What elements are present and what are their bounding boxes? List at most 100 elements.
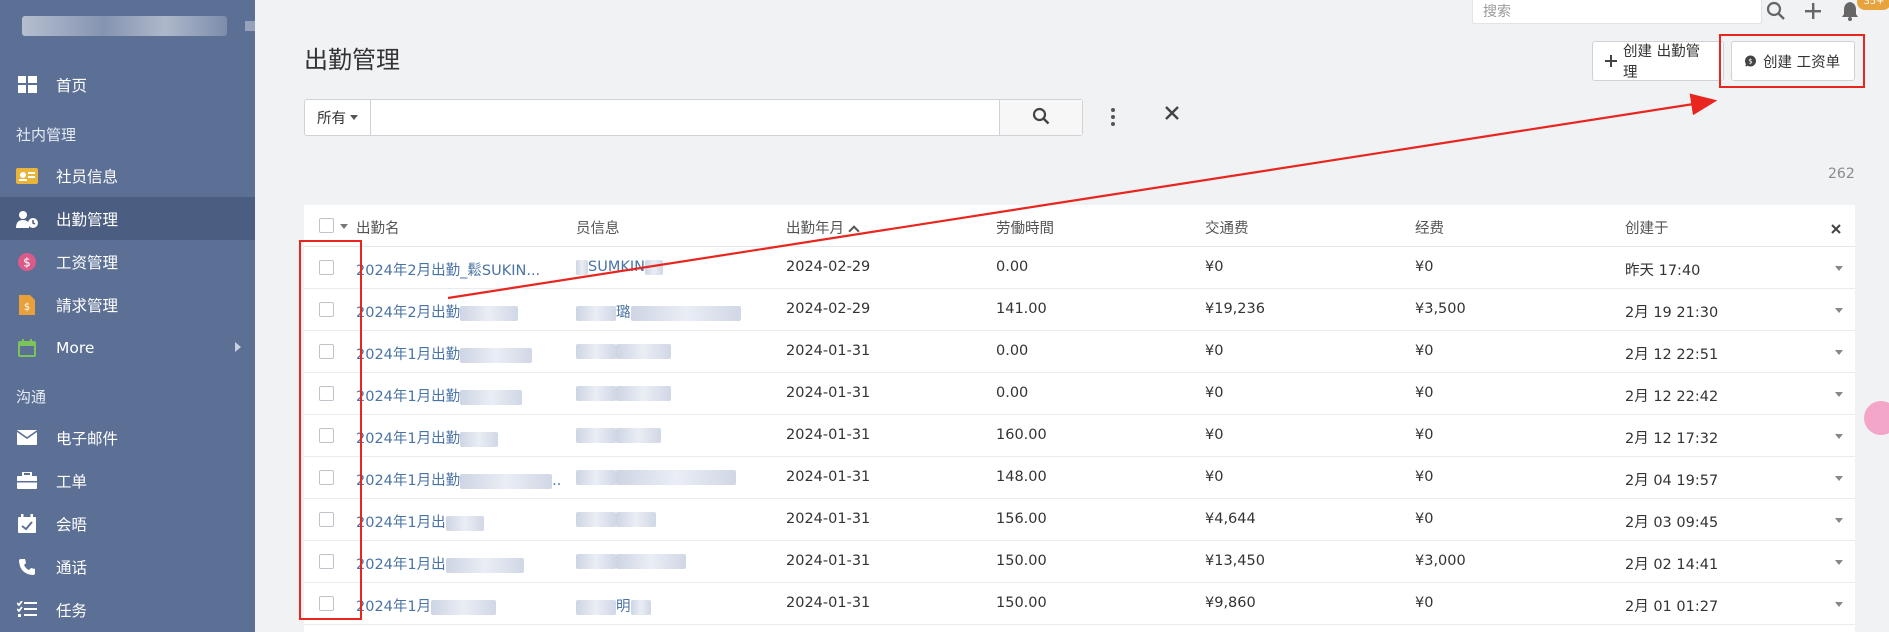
column-header-member[interactable]: 员信息 <box>576 217 620 238</box>
tasks-icon <box>16 599 38 621</box>
select-menu-caret-icon[interactable] <box>340 224 348 229</box>
row-attendance-name-text: 2024年1月出 <box>356 515 446 531</box>
row-attendance-name-link[interactable]: 2024年1月出 <box>356 553 524 574</box>
sidebar-item-meetings[interactable]: 会晤 <box>0 502 255 545</box>
sidebar-item-email[interactable]: 电子邮件 <box>0 416 255 459</box>
row-member-link[interactable] <box>576 427 661 443</box>
row-actions-caret-icon[interactable] <box>1835 560 1843 565</box>
row-actions-caret-icon[interactable] <box>1835 518 1843 523</box>
table-row[interactable]: 2024年1月出勤 2024-01-31 160.00 ¥0 ¥0 2月 12 17:32 <box>304 415 1855 457</box>
row-month: 2024-02-29 <box>786 259 871 275</box>
column-header-month[interactable]: 出勤年月 <box>786 217 860 238</box>
row-member-link[interactable] <box>576 469 736 485</box>
row-member-text: SUMKIN <box>588 259 645 275</box>
row-checkbox[interactable] <box>319 512 334 527</box>
row-actions-caret-icon[interactable] <box>1835 350 1843 355</box>
filter-scope-select[interactable]: 所有 <box>305 100 371 135</box>
column-header-hours[interactable]: 劳働時間 <box>996 217 1054 238</box>
redacted-text <box>445 557 524 573</box>
column-header-name[interactable]: 出勤名 <box>356 217 400 238</box>
search-icon[interactable] <box>1764 0 1788 22</box>
sidebar-item-invoices[interactable]: $ 請求管理 <box>0 283 255 326</box>
sidebar-item-attendance[interactable]: 出勤管理 <box>0 197 255 240</box>
dashboard-icon <box>16 74 38 96</box>
row-checkbox[interactable] <box>319 596 334 611</box>
row-checkbox[interactable] <box>319 554 334 569</box>
row-attendance-name-link[interactable]: 2024年2月出勤 <box>356 301 519 322</box>
sidebar-item-tickets[interactable]: 工单 <box>0 459 255 502</box>
table-row[interactable]: 2024年1月出 2024-01-31 150.00 ¥13,450 ¥3,000 2月 … <box>304 541 1855 583</box>
row-actions-caret-icon[interactable] <box>1835 434 1843 439</box>
more-options-button[interactable] <box>1105 103 1121 131</box>
sidebar-item-label: 工资管理 <box>56 253 119 272</box>
row-actions-caret-icon[interactable] <box>1835 602 1843 607</box>
plus-icon[interactable] <box>1801 0 1825 22</box>
sidebar-item-home[interactable]: 首页 <box>0 63 255 106</box>
row-attendance-name-link[interactable]: 2024年1月出勤.. <box>356 469 561 490</box>
column-header-created[interactable]: 创建于 <box>1625 217 1669 238</box>
row-created-at: 2月 12 17:32 <box>1625 431 1719 447</box>
row-attendance-name-link[interactable]: 2024年2月出勤_鬆SUKIN... <box>356 259 540 280</box>
table-row[interactable]: 2024年1月出勤 2024-01-31 0.00 ¥0 ¥0 2月 12 22:51 <box>304 331 1855 373</box>
create-payroll-button[interactable]: $ 创建 工资单 <box>1731 41 1855 81</box>
table-row[interactable]: 2024年2月出勤_鬆SUKIN... SUMKIN 2024-02-29 0.00 ¥… <box>304 247 1855 289</box>
row-attendance-name-link[interactable]: 2024年1月出勤 <box>356 343 533 364</box>
row-expense: ¥0 <box>1415 343 1434 359</box>
sidebar-item-more[interactable]: More <box>0 326 255 369</box>
row-member-link[interactable] <box>576 553 686 569</box>
select-all-checkbox[interactable] <box>319 218 334 233</box>
row-attendance-name-link[interactable]: 2024年1月 <box>356 595 497 616</box>
column-header-transport[interactable]: 交通费 <box>1205 217 1249 238</box>
row-attendance-name-link[interactable]: 2024年1月出勤 <box>356 427 499 448</box>
floating-help-bubble[interactable] <box>1864 401 1889 435</box>
sidebar-item-calls[interactable]: 通话 <box>0 545 255 588</box>
row-hours: 160.00 <box>996 427 1047 443</box>
clear-filter-button[interactable] <box>1161 104 1183 126</box>
table-row[interactable]: 2024年2月出勤 璐 2024-02-29 141.00 ¥19,236 ¥3,500 2… <box>304 289 1855 331</box>
row-created-at: 2月 19 21:30 <box>1625 305 1719 321</box>
brand-name-blurred <box>22 16 227 36</box>
phone-icon <box>16 556 38 578</box>
sidebar-item-tasks[interactable]: 任务 <box>0 588 255 631</box>
row-member-link[interactable]: 璐 <box>576 301 741 322</box>
chevron-right-icon <box>235 342 241 352</box>
table-row[interactable]: 2024年1月出勤 2024-01-31 0.00 ¥0 ¥0 2月 12 22:42 <box>304 373 1855 415</box>
row-actions-caret-icon[interactable] <box>1835 266 1843 271</box>
create-attendance-button[interactable]: 创建 出勤管理 <box>1592 41 1724 81</box>
row-created-at: 2月 12 22:42 <box>1625 389 1719 405</box>
table-row[interactable]: 2024年1月 明 2024-01-31 150.00 ¥9,860 ¥0 2月 01 01… <box>304 583 1855 625</box>
redacted-text <box>616 427 661 443</box>
row-checkbox[interactable] <box>319 386 334 401</box>
row-transport-fee: ¥0 <box>1205 427 1224 443</box>
sidebar: 首页 社内管理 社员信息 出勤管理 $ 工资管理 $ 請求管理 More 沟通 <box>0 0 255 632</box>
column-header-expense[interactable]: 经费 <box>1415 217 1444 238</box>
row-checkbox[interactable] <box>319 302 334 317</box>
row-transport-fee: ¥4,644 <box>1205 511 1256 527</box>
row-checkbox[interactable] <box>319 260 334 275</box>
row-attendance-name-link[interactable]: 2024年1月出 <box>356 511 484 532</box>
row-checkbox[interactable] <box>319 344 334 359</box>
filter-search-button[interactable] <box>999 100 1082 135</box>
row-member-link[interactable]: SUMKIN <box>576 259 663 275</box>
row-member-link[interactable] <box>576 385 671 401</box>
row-actions-caret-icon[interactable] <box>1835 392 1843 397</box>
row-checkbox[interactable] <box>319 428 334 443</box>
row-actions-caret-icon[interactable] <box>1835 476 1843 481</box>
row-attendance-name-link[interactable]: 2024年1月出勤 <box>356 385 523 406</box>
dot <box>1111 108 1115 112</box>
sidebar-item-members[interactable]: 社员信息 <box>0 154 255 197</box>
table-row[interactable]: 2024年1月出勤.. 2024-01-31 148.00 ¥0 ¥0 2月 04 19:… <box>304 457 1855 499</box>
row-member-link[interactable] <box>576 343 671 359</box>
table-row[interactable]: 2024年1月出 2024-01-31 156.00 ¥4,644 ¥0 2月 03 09… <box>304 499 1855 541</box>
row-created-at: 2月 12 22:51 <box>1625 347 1719 363</box>
dot <box>1111 122 1115 126</box>
row-member-link[interactable]: 明 <box>576 595 651 616</box>
global-search-input[interactable]: 搜索 <box>1472 0 1762 24</box>
row-member-link[interactable] <box>576 511 656 527</box>
filter-text-input[interactable] <box>371 100 999 135</box>
row-actions-caret-icon[interactable] <box>1835 308 1843 313</box>
row-transport-fee: ¥19,236 <box>1205 301 1265 317</box>
sidebar-item-payroll[interactable]: $ 工资管理 <box>0 240 255 283</box>
close-icon[interactable] <box>1831 220 1841 238</box>
row-checkbox[interactable] <box>319 470 334 485</box>
